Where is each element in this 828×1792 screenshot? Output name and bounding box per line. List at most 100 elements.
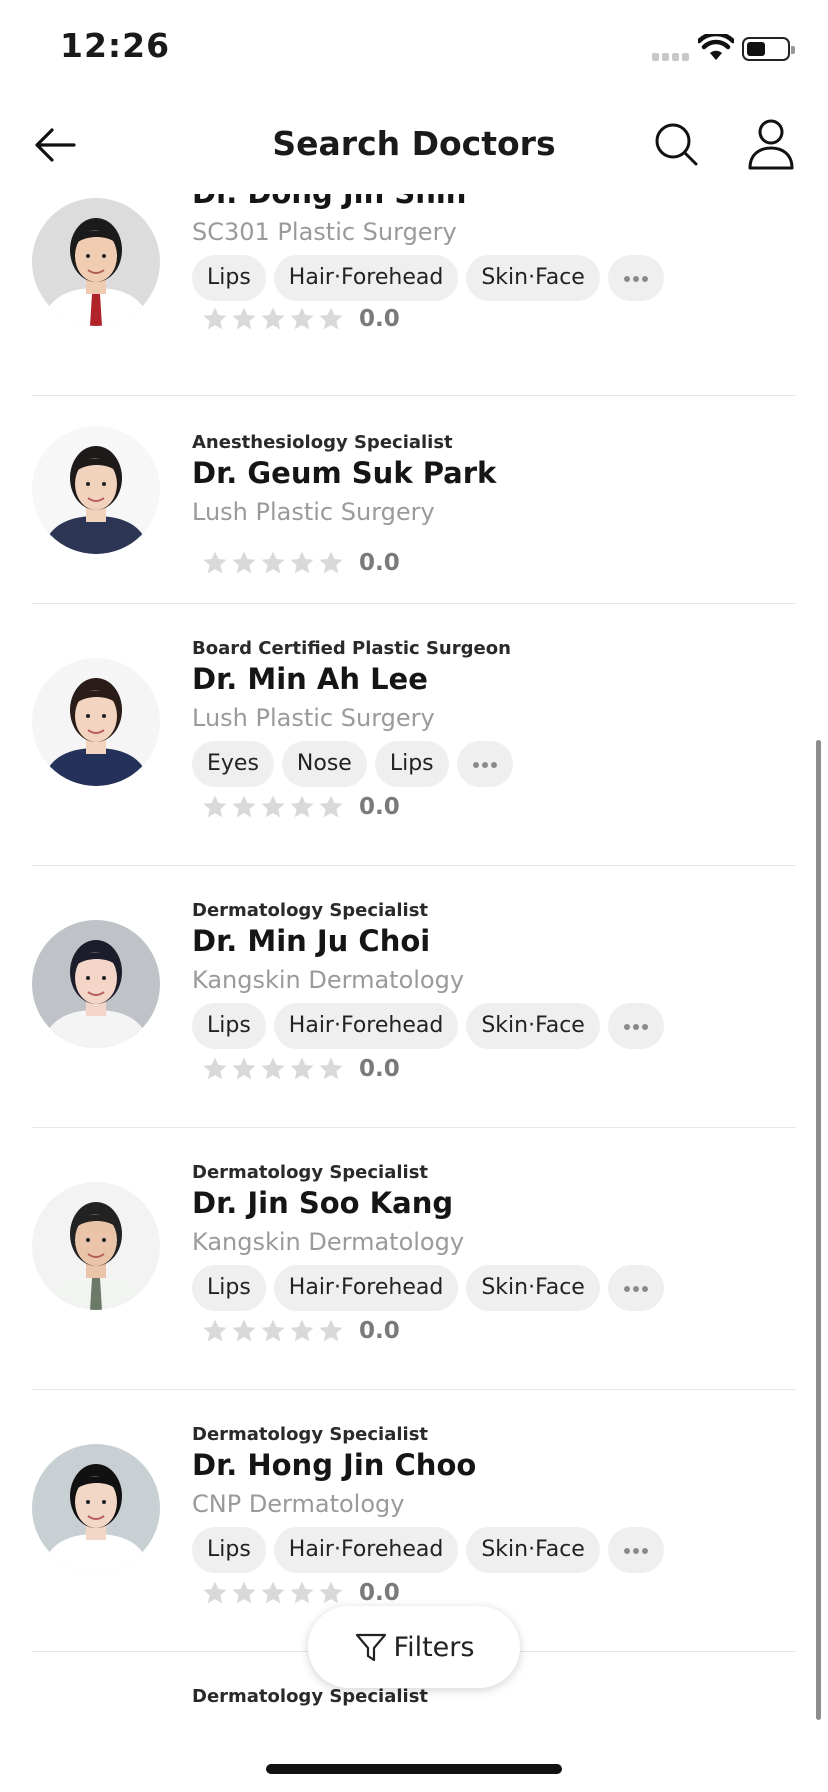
rating-value: 0.0 [359, 306, 400, 332]
specialty-tags: Lips Hair·Forehead Skin·Face [192, 1265, 664, 1311]
doctor-card[interactable]: Dermatology Specialist Dr. Min Ju Choi Kan… [32, 866, 796, 1128]
specialty-tag[interactable]: Hair·Forehead [273, 1003, 459, 1049]
more-dots-icon [632, 1286, 639, 1292]
rating-value: 0.0 [359, 1056, 400, 1082]
more-dots-icon [632, 1024, 639, 1030]
doctor-specialty: Dermatology Specialist [192, 1162, 429, 1183]
doctor-info: Dermatology Specialist Dr. Min Ju Choi Kan… [192, 866, 792, 1128]
rating-value: 0.0 [359, 550, 400, 576]
doctor-name[interactable]: Dr. Geum Suk Park [192, 456, 496, 490]
rating: 0.0 [202, 306, 400, 332]
star-icon [290, 795, 314, 818]
doctor-avatar [32, 658, 160, 786]
user-icon[interactable] [746, 118, 796, 170]
doctor-card[interactable]: Anesthesiology Specialist Dr. Geum Suk Pa… [32, 396, 796, 604]
more-dots-icon [641, 1024, 648, 1030]
specialty-tag[interactable]: Lips [192, 1527, 266, 1573]
specialty-tags: Lips Hair·Forehead Skin·Face [192, 1003, 664, 1049]
specialty-tag[interactable]: Lips [374, 741, 449, 787]
star-icon [319, 1581, 343, 1604]
search-icon[interactable] [652, 120, 700, 168]
star-icon [232, 307, 256, 330]
specialty-tag[interactable]: Lips [192, 1265, 266, 1311]
more-dots-icon [623, 1548, 630, 1554]
doctor-name[interactable]: Dr. Min Ah Lee [192, 662, 428, 696]
doctor-clinic: SC301 Plastic Surgery [192, 218, 457, 246]
filters-button[interactable]: Filters [308, 1606, 520, 1688]
star-icon [261, 307, 285, 330]
doctor-info: Dr. Dong Jin Shin SC301 Plastic Surgery Li… [192, 194, 792, 396]
wifi-icon [698, 34, 734, 60]
more-dots-icon [641, 276, 648, 282]
status-time: 12:26 [60, 26, 171, 65]
star-icon [203, 551, 227, 574]
doctor-card[interactable]: Dermatology Specialist Dr. Jin Soo Kang Ka… [32, 1128, 796, 1390]
specialty-tag[interactable]: Hair·Forehead [273, 1265, 459, 1311]
rating: 0.0 [202, 794, 400, 820]
more-dots-icon [623, 1024, 630, 1030]
more-dots-icon [632, 1548, 639, 1554]
doctor-card[interactable]: Board Certified Plastic Surgeon Dr. Min A… [32, 604, 796, 866]
specialty-tag[interactable]: Nose [281, 741, 367, 787]
specialty-tag[interactable]: Lips [192, 1003, 266, 1049]
doctor-name[interactable]: Dr. Min Ju Choi [192, 924, 430, 958]
more-tags-button[interactable] [607, 1265, 664, 1311]
specialty-tags: Eyes Nose Lips [192, 741, 513, 787]
cellular-signal-icon [652, 53, 690, 61]
more-tags-button[interactable] [456, 741, 513, 787]
more-dots-icon [481, 762, 488, 768]
more-dots-icon [472, 762, 479, 768]
specialty-tag[interactable]: Hair·Forehead [273, 1527, 459, 1573]
star-icon [232, 1581, 256, 1604]
doctor-card[interactable]: Dr. Dong Jin Shin SC301 Plastic Surgery Li… [32, 194, 796, 396]
star-icon [232, 795, 256, 818]
star-icon [319, 795, 343, 818]
star-icon [203, 1581, 227, 1604]
doctor-name[interactable]: Dr. Jin Soo Kang [192, 1186, 453, 1220]
doctor-specialty: Board Certified Plastic Surgeon [192, 638, 511, 659]
doctor-specialty: Dermatology Specialist [192, 900, 429, 921]
specialty-tag[interactable]: Hair·Forehead [273, 255, 459, 301]
doctor-list[interactable]: Dr. Dong Jin Shin SC301 Plastic Surgery Li… [0, 194, 828, 1724]
specialty-tag[interactable]: Skin·Face [466, 1003, 600, 1049]
specialty-tag[interactable]: Skin·Face [466, 1527, 600, 1573]
specialty-tag[interactable]: Eyes [192, 741, 274, 787]
doctor-avatar [32, 198, 160, 326]
more-dots-icon [623, 276, 630, 282]
more-tags-button[interactable] [607, 255, 664, 301]
battery-icon [742, 37, 795, 61]
rating-value: 0.0 [359, 1580, 400, 1606]
more-tags-button[interactable] [607, 1527, 664, 1573]
doctor-clinic: CNP Dermatology [192, 1490, 405, 1518]
doctor-avatar [32, 1182, 160, 1310]
star-icon [232, 551, 256, 574]
doctor-specialty: Anesthesiology Specialist [192, 432, 453, 453]
star-icon [290, 307, 314, 330]
doctor-name[interactable]: Dr. Hong Jin Choo [192, 1448, 476, 1482]
doctor-clinic: Lush Plastic Surgery [192, 498, 435, 526]
star-icon [290, 1057, 314, 1080]
more-dots-icon [623, 1286, 630, 1292]
top-nav-bar: Search Doctors [0, 96, 828, 194]
star-icon [261, 1319, 285, 1342]
specialty-tag[interactable]: Skin·Face [466, 1265, 600, 1311]
star-icon [261, 795, 285, 818]
doctor-name[interactable]: Dr. Dong Jin Shin [192, 194, 466, 210]
doctor-info: Board Certified Plastic Surgeon Dr. Min A… [192, 604, 792, 866]
rating-value: 0.0 [359, 1318, 400, 1344]
rating: 0.0 [202, 550, 400, 576]
home-indicator [266, 1764, 562, 1774]
specialty-tags: Lips Hair·Forehead Skin·Face [192, 1527, 664, 1573]
more-tags-button[interactable] [607, 1003, 664, 1049]
doctor-specialty: Dermatology Specialist [192, 1424, 429, 1445]
star-icon [290, 1319, 314, 1342]
more-dots-icon [641, 1286, 648, 1292]
star-icon [290, 1581, 314, 1604]
specialty-tag[interactable]: Skin·Face [466, 255, 600, 301]
star-icon [203, 1057, 227, 1080]
star-icon [319, 1319, 343, 1342]
scrollbar[interactable] [816, 740, 821, 1720]
star-icon [319, 307, 343, 330]
doctor-specialty: Dermatology Specialist [192, 1686, 429, 1707]
specialty-tag[interactable]: Lips [192, 255, 266, 301]
